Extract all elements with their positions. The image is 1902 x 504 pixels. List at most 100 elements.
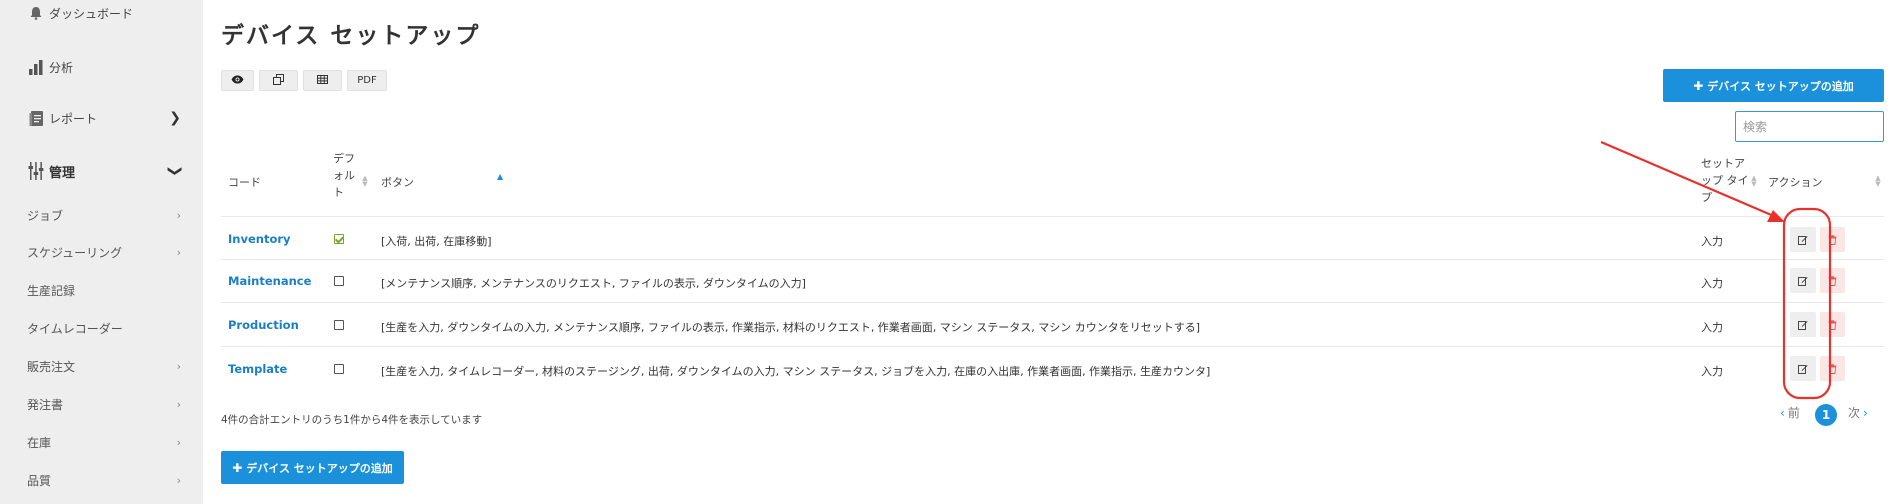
trash-icon bbox=[1828, 230, 1837, 249]
sidebar-item-label: ダッシュボード bbox=[49, 6, 134, 21]
pagination-next[interactable]: 次 › bbox=[1848, 404, 1868, 421]
sort-icon: ▲ ▼ bbox=[1875, 174, 1881, 188]
report-icon bbox=[26, 108, 46, 128]
chevron-right-icon: › bbox=[1863, 405, 1868, 420]
delete-button[interactable] bbox=[1820, 356, 1845, 381]
copy-icon bbox=[273, 73, 284, 88]
chevron-right-icon: › bbox=[176, 245, 181, 259]
sidebar-item-label: スケジューリング bbox=[27, 245, 123, 260]
edit-button[interactable] bbox=[1790, 356, 1816, 381]
sidebar-item-management[interactable]: 管理 ❯ bbox=[0, 160, 203, 182]
column-header-action: アクション bbox=[1768, 176, 1823, 189]
buttons-cell: [メンテナンス順序, メンテナンスのリクエスト, ファイルの表示, ダウンタイム… bbox=[381, 277, 806, 290]
sort-icon: ▲ ▼ bbox=[362, 174, 368, 188]
sidebar-item-dashboard[interactable]: ダッシュボード bbox=[0, 2, 203, 24]
sort-icon: ▲ ▼ bbox=[1751, 174, 1757, 188]
search-input[interactable] bbox=[1735, 111, 1884, 142]
column-header-default-line: ォル bbox=[333, 169, 355, 182]
sidebar-item-production-records[interactable]: 生産記録 bbox=[0, 279, 203, 301]
trash-icon bbox=[1828, 359, 1837, 378]
chevron-left-icon: ‹ bbox=[1780, 405, 1785, 420]
pdf-export-button[interactable]: PDF bbox=[347, 70, 387, 91]
sidebar-item-analytics[interactable]: 分析 bbox=[0, 56, 203, 78]
copy-button[interactable] bbox=[259, 70, 298, 91]
sidebar-item-label: レポート bbox=[49, 111, 98, 126]
sidebar-item-label: 品質 bbox=[27, 473, 52, 488]
column-header-default[interactable]: デフ ォル ト bbox=[333, 150, 355, 201]
sidebar-item-label: 販売注文 bbox=[27, 359, 76, 374]
trash-icon bbox=[1828, 271, 1837, 290]
column-header-code[interactable]: コード bbox=[228, 174, 261, 190]
delete-button[interactable] bbox=[1820, 268, 1845, 293]
device-code-link[interactable]: Inventory bbox=[228, 232, 291, 246]
buttons-cell: [入荷, 出荷, 在庫移動] bbox=[381, 235, 492, 248]
add-device-setup-label: デバイス セットアップの追加 bbox=[246, 461, 393, 475]
edit-icon bbox=[1798, 359, 1808, 378]
column-header-type-line: ップ タイ bbox=[1701, 174, 1749, 187]
delete-button[interactable] bbox=[1820, 227, 1845, 252]
manage-icon bbox=[26, 161, 46, 181]
edit-button[interactable] bbox=[1790, 312, 1816, 337]
column-header-setup-type[interactable]: セットア ップ タイ プ bbox=[1701, 155, 1749, 206]
sidebar-item-label: ジョブ bbox=[27, 208, 64, 223]
trash-icon bbox=[1828, 315, 1837, 334]
sidebar-item-label: 在庫 bbox=[27, 435, 52, 450]
column-header-default-line: ト bbox=[333, 186, 344, 199]
sort-ascending-icon: ▲ bbox=[497, 172, 504, 181]
sidebar-item-scheduling[interactable]: スケジューリング › bbox=[0, 241, 203, 263]
default-checkbox[interactable] bbox=[334, 364, 344, 374]
sidebar-item-inventory[interactable]: 在庫 › bbox=[0, 431, 203, 453]
chevron-right-icon: › bbox=[176, 208, 181, 222]
add-device-setup-button[interactable]: ✚ デバイス セットアップの追加 bbox=[1663, 69, 1884, 102]
add-device-setup-label: デバイス セットアップの追加 bbox=[1707, 79, 1854, 93]
sidebar-item-time-recorder[interactable]: タイムレコーダー bbox=[0, 317, 203, 339]
sidebar-item-jobs[interactable]: ジョブ › bbox=[0, 204, 203, 226]
pagination-page-1[interactable]: 1 bbox=[1815, 404, 1837, 426]
column-header-default-line: デフ bbox=[333, 152, 355, 165]
device-code-link[interactable]: Template bbox=[228, 362, 287, 376]
setup-type-cell: 入力 bbox=[1701, 321, 1723, 334]
edit-icon bbox=[1798, 230, 1808, 249]
edit-button[interactable] bbox=[1790, 268, 1816, 293]
default-checkbox[interactable] bbox=[334, 320, 344, 330]
buttons-cell: [生産を入力, タイムレコーダー, 材料のステージング, 出荷, ダウンタイムの… bbox=[381, 365, 1211, 378]
delete-button[interactable] bbox=[1820, 312, 1845, 337]
page-title: デバイス セットアップ bbox=[221, 23, 481, 49]
device-code-link[interactable]: Production bbox=[228, 318, 299, 332]
bell-icon bbox=[26, 3, 46, 23]
pagination-previous[interactable]: ‹ 前 bbox=[1780, 404, 1800, 421]
default-checkbox[interactable] bbox=[334, 276, 344, 286]
sidebar: ダッシュボード 分析 レポート ❯ 管理 ❯ ジョブ › スケジューリング › … bbox=[0, 0, 203, 504]
column-visibility-button[interactable] bbox=[221, 70, 254, 91]
setup-type-cell: 入力 bbox=[1701, 365, 1723, 378]
table-header-divider bbox=[221, 216, 1884, 217]
csv-export-button[interactable] bbox=[303, 70, 342, 91]
pagination-next-label: 次 bbox=[1848, 406, 1861, 420]
plus-icon: ✚ bbox=[1693, 78, 1704, 93]
pagination-previous-label: 前 bbox=[1787, 406, 1800, 420]
setup-type-cell: 入力 bbox=[1701, 235, 1723, 248]
sidebar-item-sales-orders[interactable]: 販売注文 › bbox=[0, 355, 203, 377]
edit-button[interactable] bbox=[1790, 227, 1816, 252]
table-info: 4件の合計エントリのうち1件から4件を表示しています bbox=[221, 414, 483, 426]
column-header-type-line: プ bbox=[1701, 191, 1712, 204]
sidebar-item-quality[interactable]: 品質 › bbox=[0, 469, 203, 491]
edit-icon bbox=[1798, 315, 1808, 334]
sidebar-item-purchase-orders[interactable]: 発注書 › bbox=[0, 393, 203, 415]
row-divider bbox=[221, 346, 1884, 347]
sidebar-item-reports[interactable]: レポート ❯ bbox=[0, 107, 203, 129]
add-device-setup-button-bottom[interactable]: ✚ デバイス セットアップの追加 bbox=[221, 451, 404, 484]
sidebar-item-label: 分析 bbox=[49, 60, 74, 75]
row-divider bbox=[221, 259, 1884, 260]
column-header-buttons[interactable]: ボタン bbox=[381, 174, 414, 190]
main-content: デバイス セットアップ PDF ✚ デバイス セットアップの追加 コード ▲ デ… bbox=[203, 0, 1902, 504]
device-code-link[interactable]: Maintenance bbox=[228, 274, 311, 288]
sidebar-item-label: 発注書 bbox=[27, 397, 64, 412]
chevron-down-icon: ❯ bbox=[167, 165, 184, 177]
sidebar-item-label: タイムレコーダー bbox=[27, 321, 123, 336]
chevron-right-icon: › bbox=[176, 397, 181, 411]
row-divider bbox=[221, 302, 1884, 303]
sidebar-item-label: 管理 bbox=[49, 165, 76, 181]
buttons-cell: [生産を入力, ダウンタイムの入力, メンテナンス順序, ファイルの表示, 作業… bbox=[381, 321, 1201, 334]
default-checkbox[interactable] bbox=[334, 234, 344, 244]
